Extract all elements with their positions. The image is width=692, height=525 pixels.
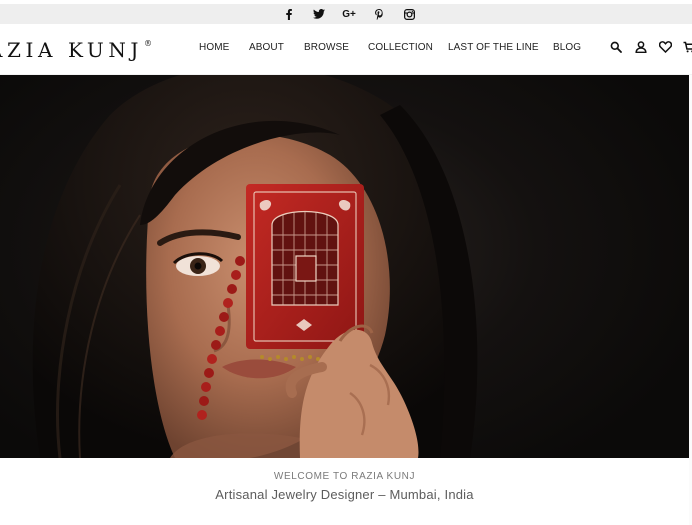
cart-icon[interactable] (683, 40, 692, 54)
hero-banner (0, 75, 689, 458)
google-plus-icon: G+ (342, 8, 356, 20)
nav-collection[interactable]: COLLECTION (368, 42, 433, 53)
nav-last-of-the-line[interactable]: LAST OF THE LINE (448, 42, 539, 53)
twitter-link[interactable] (304, 4, 334, 24)
brand-logo[interactable]: AZIA KUNJ® (0, 38, 152, 62)
social-bar: G+ (0, 4, 692, 24)
welcome-eyebrow: WELCOME TO RAZIA KUNJ (273, 471, 416, 482)
wishlist-heart-icon[interactable] (658, 40, 673, 54)
nav-about[interactable]: ABOUT (249, 42, 284, 53)
welcome-tagline: Artisanal Jewelry Designer – Mumbai, Ind… (215, 487, 474, 502)
logo-text: AZIA KUNJ (0, 38, 144, 62)
search-icon[interactable] (610, 40, 624, 54)
nav-blog[interactable]: BLOG (553, 42, 581, 53)
nav-home[interactable]: HOME (199, 42, 229, 53)
nav-browse[interactable]: BROWSE (304, 42, 349, 53)
registered-mark: ® (144, 39, 153, 48)
pinterest-icon (375, 8, 383, 20)
account-icon[interactable] (635, 40, 649, 54)
pinterest-link[interactable] (364, 4, 394, 24)
hero-image (32, 75, 478, 458)
facebook-link[interactable] (274, 4, 304, 24)
instagram-link[interactable] (394, 4, 424, 24)
social-links: G+ (274, 4, 424, 24)
site-header: AZIA KUNJ® HOME ABOUT BROWSE COLLECTION … (0, 24, 692, 75)
google-plus-link[interactable]: G+ (334, 4, 364, 24)
facebook-icon (286, 8, 292, 20)
twitter-icon (313, 9, 325, 19)
instagram-icon (403, 8, 415, 20)
